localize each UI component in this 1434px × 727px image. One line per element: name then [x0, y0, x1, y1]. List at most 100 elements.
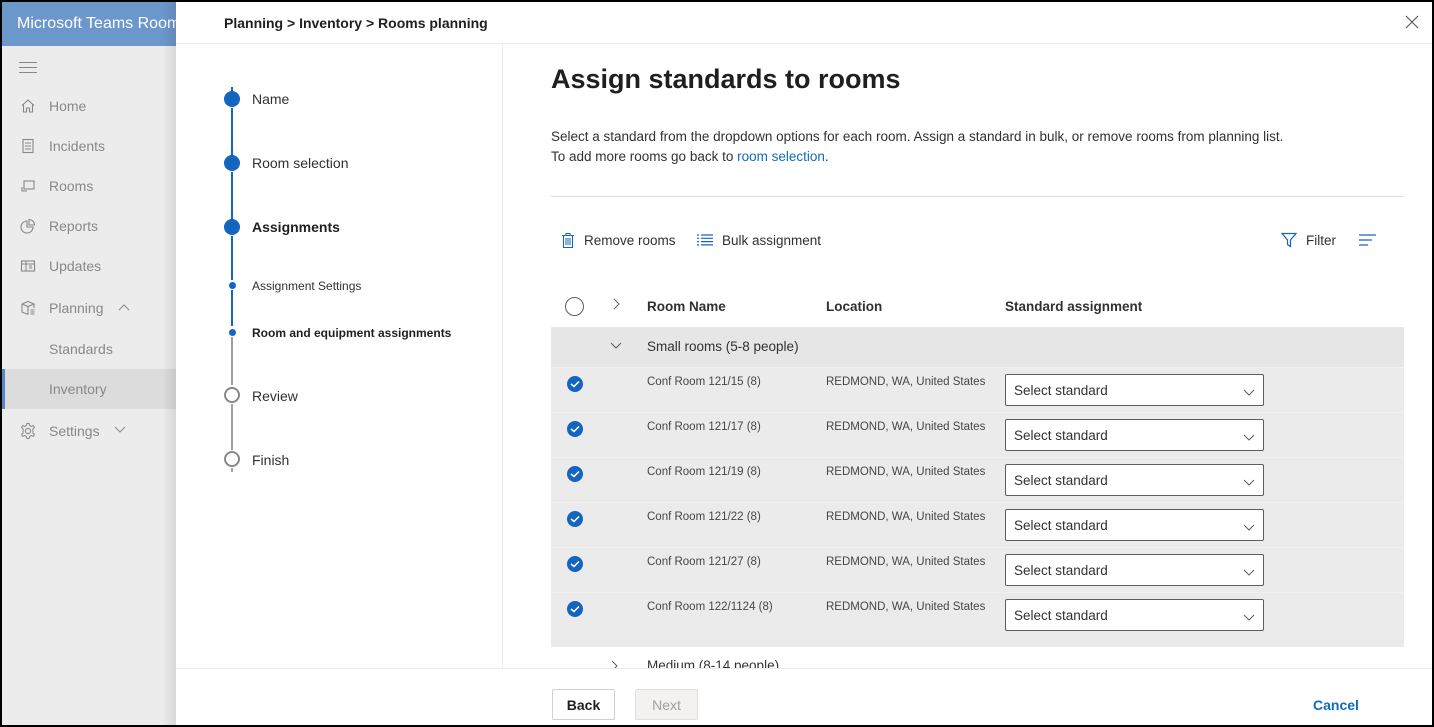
nav-label: Incidents	[49, 138, 106, 154]
room-location: REDMOND, WA, United States	[826, 511, 986, 523]
close-button[interactable]	[1402, 12, 1422, 32]
row-checkbox[interactable]	[567, 376, 583, 392]
nav-item-incidents[interactable]: Incidents	[2, 126, 178, 166]
standard-dropdown[interactable]: Select standard	[1005, 599, 1264, 631]
nav-item-planning[interactable]: Planning	[2, 288, 178, 328]
room-selection-link[interactable]: room selection	[737, 149, 825, 164]
group-by-icon	[1359, 234, 1376, 246]
row-checkbox[interactable]	[567, 421, 583, 437]
checkmark-icon	[570, 425, 580, 433]
row-checkbox[interactable]	[567, 601, 583, 617]
chevron-up-icon	[118, 302, 130, 314]
substep-dot	[229, 329, 236, 336]
group-header-small-rooms[interactable]: Small rooms (5-8 people)	[551, 327, 1404, 367]
nav-item-updates[interactable]: Updates	[2, 246, 178, 286]
next-button[interactable]: Next	[635, 689, 698, 720]
nav-item-standards[interactable]: Standards	[2, 329, 178, 369]
dropdown-placeholder: Select standard	[1014, 563, 1108, 578]
nav-label: Planning	[49, 300, 104, 316]
standard-dropdown[interactable]: Select standard	[1005, 419, 1264, 451]
back-button[interactable]: Back	[552, 689, 615, 720]
close-icon	[1405, 15, 1419, 29]
page-description: Select a standard from the dropdown opti…	[551, 127, 1283, 167]
description-line-2: To add more rooms go back to room select…	[551, 147, 1283, 167]
step-pending-dot	[224, 387, 240, 403]
room-name: Conf Room 122/1124 (8)	[647, 601, 773, 613]
standard-dropdown[interactable]: Select standard	[1005, 374, 1264, 406]
table-row[interactable]: Conf Room 121/22 (8) REDMOND, WA, United …	[551, 502, 1404, 547]
page-title: Assign standards to rooms	[551, 64, 901, 94]
breadcrumb: Planning > Inventory > Rooms planning	[176, 2, 1432, 44]
table-rows: Conf Room 121/15 (8) REDMOND, WA, United …	[551, 367, 1404, 637]
chevron-down-icon	[1243, 429, 1255, 447]
nav-item-home[interactable]: Home	[2, 86, 178, 126]
divider	[551, 196, 1404, 197]
column-standard-assignment[interactable]: Standard assignment	[1005, 299, 1142, 314]
row-checkbox[interactable]	[567, 556, 583, 572]
standard-dropdown[interactable]: Select standard	[1005, 509, 1264, 541]
checkmark-icon	[570, 605, 580, 613]
column-location[interactable]: Location	[826, 299, 882, 314]
table-row[interactable]: Conf Room 121/27 (8) REDMOND, WA, United …	[551, 547, 1404, 592]
row-checkbox[interactable]	[567, 511, 583, 527]
room-name: Conf Room 121/27 (8)	[647, 556, 761, 568]
table-row[interactable]: Conf Room 121/15 (8) REDMOND, WA, United …	[551, 367, 1404, 412]
table-row[interactable]: Conf Room 121/17 (8) REDMOND, WA, United …	[551, 412, 1404, 457]
nav-label: Rooms	[49, 178, 94, 194]
room-name: Conf Room 121/15 (8)	[647, 376, 761, 388]
step-finish: Finish	[252, 452, 290, 468]
step-assignments[interactable]: Assignments	[252, 219, 340, 235]
expand-all-chevron-icon[interactable]	[611, 297, 621, 314]
group-label: Small rooms (5-8 people)	[647, 339, 799, 354]
bulk-assignment-label: Bulk assignment	[722, 232, 822, 248]
filter-icon	[1281, 232, 1297, 248]
description-text: To add more rooms go back to	[551, 149, 738, 164]
checkmark-icon	[570, 470, 580, 478]
trash-icon	[562, 232, 574, 248]
standard-dropdown[interactable]: Select standard	[1005, 464, 1264, 496]
checkmark-icon	[570, 515, 580, 523]
app-navigation: Microsoft Teams Rooms Home Incidents Roo…	[2, 2, 178, 725]
bulk-assignment-button[interactable]: Bulk assignment	[697, 226, 821, 254]
panel-footer: Back Next Cancel	[176, 668, 1432, 725]
step-current-dot	[224, 219, 240, 235]
substep-room-equipment-assignments[interactable]: Room and equipment assignments	[252, 326, 451, 340]
rooms-table: Room Name Location Standard assignment S…	[551, 287, 1404, 685]
column-room-name[interactable]: Room Name	[647, 299, 726, 314]
filter-label: Filter	[1306, 232, 1336, 248]
dropdown-placeholder: Select standard	[1014, 473, 1108, 488]
nav-item-reports[interactable]: Reports	[2, 206, 178, 246]
nav-item-settings[interactable]: Settings	[2, 411, 178, 451]
rooms-icon	[18, 176, 38, 196]
table-header: Room Name Location Standard assignment	[551, 287, 1404, 327]
hamburger-menu-icon[interactable]	[19, 62, 37, 74]
toolbar: Remove rooms Bulk assignment Filter	[551, 226, 1404, 254]
select-all-checkbox[interactable]	[565, 297, 584, 316]
chevron-down-icon	[1243, 474, 1255, 492]
group-footer	[551, 637, 1404, 647]
nav-item-rooms[interactable]: Rooms	[2, 166, 178, 206]
description-text: .	[824, 149, 829, 164]
remove-rooms-button[interactable]: Remove rooms	[561, 226, 676, 254]
filter-button[interactable]: Filter	[1281, 226, 1336, 254]
chevron-down-icon	[114, 425, 126, 437]
room-location: REDMOND, WA, United States	[826, 376, 986, 388]
group-by-button[interactable]	[1359, 226, 1386, 254]
nav-label: Updates	[49, 258, 102, 274]
dropdown-placeholder: Select standard	[1014, 608, 1108, 623]
table-row[interactable]: Conf Room 121/19 (8) REDMOND, WA, United …	[551, 457, 1404, 502]
planning-icon	[18, 298, 38, 318]
table-row[interactable]: Conf Room 122/1124 (8) REDMOND, WA, Unite…	[551, 592, 1404, 637]
cancel-button[interactable]: Cancel	[1296, 689, 1376, 720]
step-name[interactable]: Name	[252, 91, 289, 107]
step-room-selection[interactable]: Room selection	[252, 155, 349, 171]
row-checkbox[interactable]	[567, 466, 583, 482]
nav-item-inventory[interactable]: Inventory	[2, 369, 178, 409]
standard-dropdown[interactable]: Select standard	[1005, 554, 1264, 586]
step-connector	[231, 337, 233, 385]
step-connector	[231, 468, 233, 472]
dropdown-placeholder: Select standard	[1014, 518, 1108, 533]
substep-assignment-settings[interactable]: Assignment Settings	[252, 279, 361, 293]
nav-label: Home	[49, 98, 87, 114]
chevron-down-icon[interactable]	[609, 339, 623, 354]
